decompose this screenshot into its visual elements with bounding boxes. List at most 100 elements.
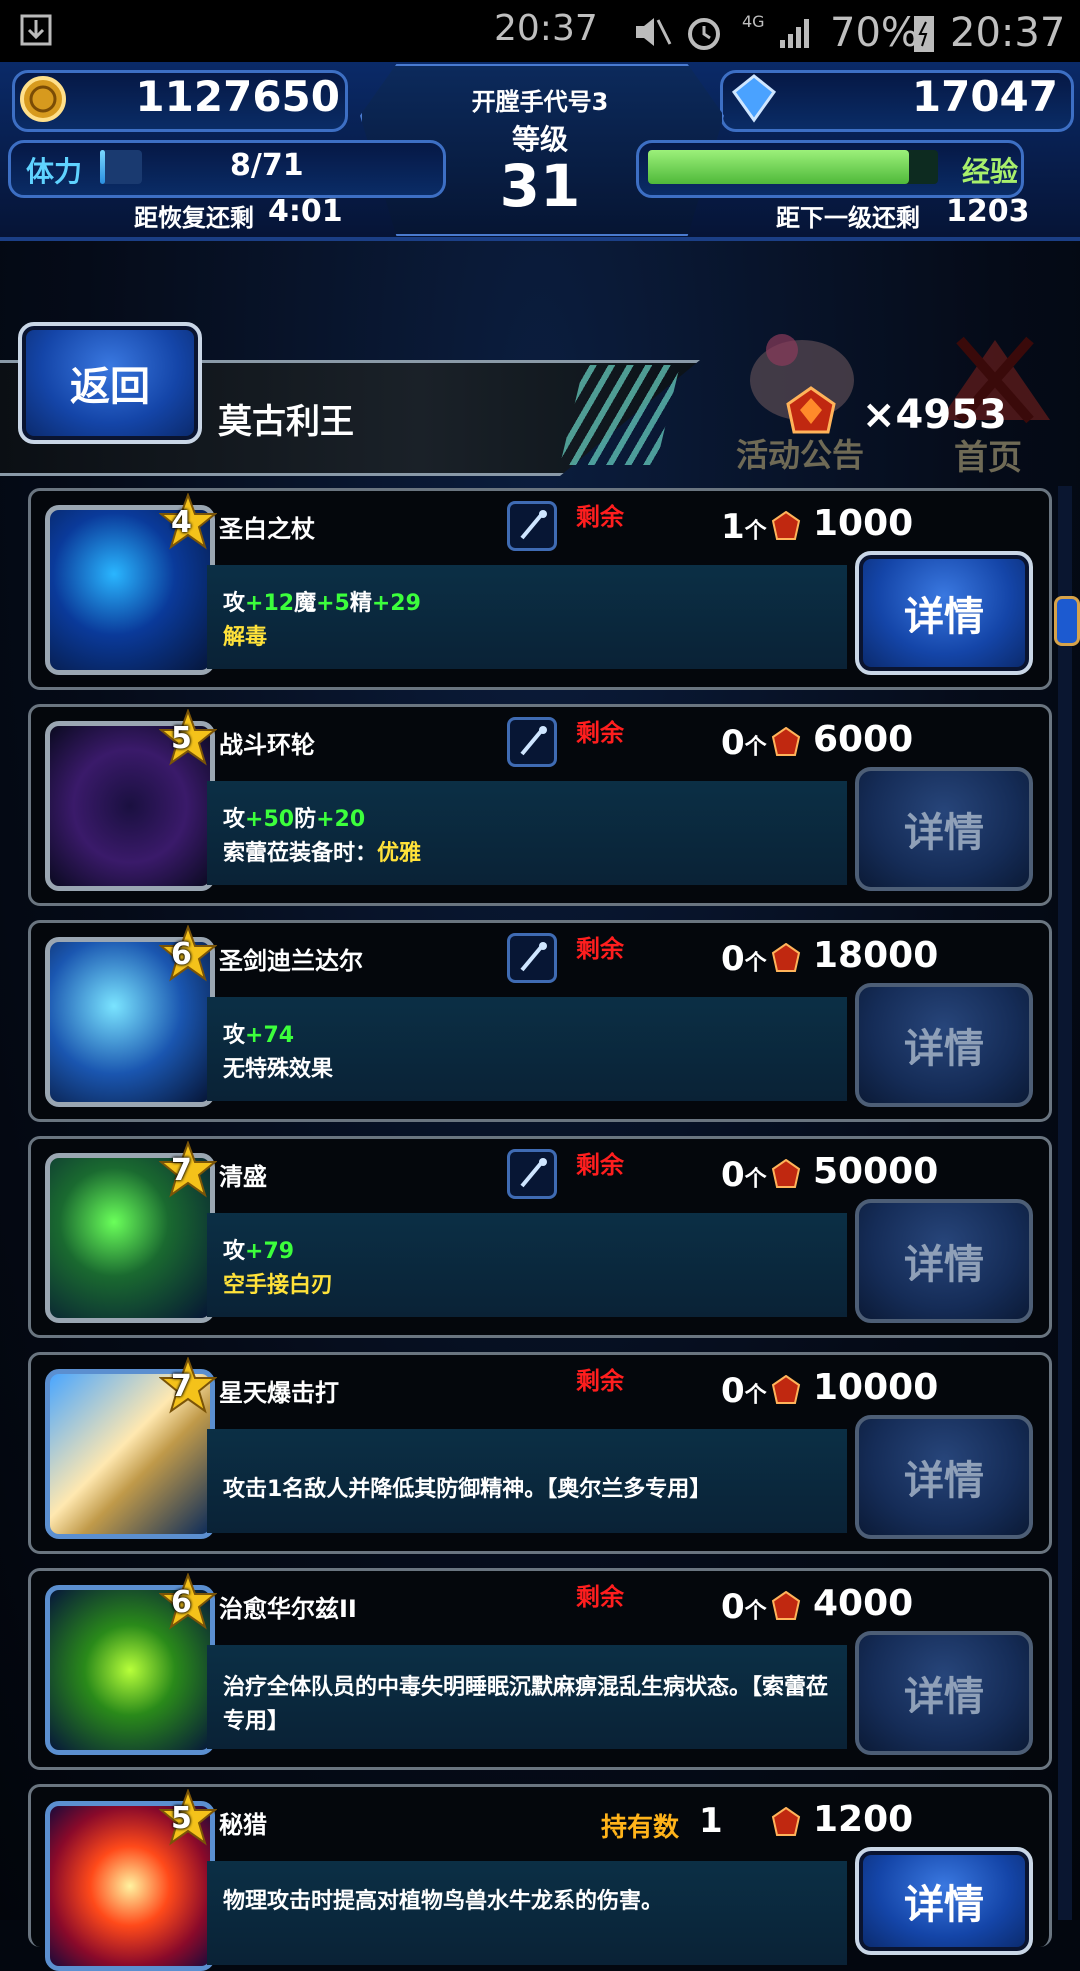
remaining-count: 0个 — [721, 1587, 767, 1627]
shop-item-row: 7 清盛 剩余 0个 50000 攻+79 空手接白刃 详情 — [28, 1136, 1052, 1338]
stamina-value: 8/71 — [230, 148, 304, 183]
detail-button-label: 详情 — [904, 1242, 984, 1288]
player-name: 开膛手代号3 — [471, 88, 609, 116]
rarity-value: 5 — [171, 1801, 192, 1836]
mute-icon — [636, 18, 672, 46]
remaining-unit: 个 — [744, 735, 767, 760]
shop-item-row: 6 圣剑迪兰达尔 剩余 0个 18000 攻+74 无特殊效果 详情 — [28, 920, 1052, 1122]
stat-value: +29 — [371, 591, 421, 616]
remaining-count: 1个 — [721, 507, 767, 547]
detail-button-label: 详情 — [904, 1458, 984, 1504]
status-bar: 20:37 4G 70% 20:37 — [0, 0, 1080, 62]
remaining-tag: 剩余 — [576, 1151, 624, 1179]
crystal-currency-icon — [786, 386, 836, 434]
detail-button-label: 详情 — [904, 1674, 984, 1720]
scrollbar-thumb[interactable] — [1054, 596, 1080, 646]
remaining-tag: 剩余 — [576, 503, 624, 531]
detail-button-label: 详情 — [904, 1882, 984, 1928]
rarity-value: 6 — [171, 1585, 192, 1620]
remaining-value: 0 — [721, 1587, 745, 1627]
detail-button[interactable]: 详情 — [855, 1199, 1033, 1323]
stat-value: +12 — [245, 591, 295, 616]
remaining-count: 0个 — [721, 723, 767, 763]
item-name: 星天爆击打 — [219, 1379, 339, 1407]
gil-amount: 1127650 — [135, 72, 340, 121]
item-stats: 攻+79 空手接白刃 — [223, 1235, 333, 1303]
remaining-unit: 个 — [744, 1599, 767, 1624]
shop-item-row: 4 圣白之杖 剩余 1个 1000 攻+12魔+5精+29 解毒 详情 — [28, 488, 1052, 690]
stat-value: +50 — [245, 807, 295, 832]
held-label: 持有数 — [601, 1813, 680, 1843]
item-stats: 攻+12魔+5精+29 解毒 — [223, 587, 421, 655]
recover-label: 距恢复还剩 — [134, 204, 254, 232]
detail-button-label: 详情 — [904, 810, 984, 856]
item-price: 1000 — [813, 503, 914, 544]
stat-label: 防 — [294, 807, 317, 832]
shop-item-row: 5 秘猎 持有数 1 1200 物理攻击时提高对植物鸟兽水牛龙系的伤害。 详情 — [28, 1784, 1052, 1971]
rarity-value: 4 — [171, 505, 192, 540]
item-effect: 无特殊效果 — [223, 1057, 334, 1082]
item-stats: 攻+50防+20 索蕾莅装备时：优雅 — [223, 803, 421, 871]
remaining-tag: 剩余 — [576, 1583, 624, 1611]
item-effect: 解毒 — [223, 625, 268, 650]
item-price: 1200 — [813, 1799, 914, 1840]
item-price: 10000 — [813, 1367, 939, 1408]
detail-button[interactable]: 详情 — [855, 551, 1033, 675]
rarity-value: 7 — [171, 1153, 192, 1188]
battery-percent: 70% — [830, 10, 919, 56]
remaining-tag: 剩余 — [576, 1367, 624, 1395]
stat-value: +20 — [316, 807, 366, 832]
crystal-price-icon — [771, 1807, 801, 1836]
stat-label: 魔 — [294, 591, 317, 616]
remaining-count: 0个 — [721, 939, 767, 979]
item-effect: 优雅 — [377, 841, 422, 866]
currency-count: ×4953 — [862, 392, 1007, 438]
detail-button[interactable]: 详情 — [855, 767, 1033, 891]
detail-button[interactable]: 详情 — [855, 1847, 1033, 1955]
scrollbar-track[interactable] — [1058, 486, 1072, 1920]
remaining-value: 1 — [721, 507, 745, 547]
status-time: 20:37 — [494, 8, 598, 49]
stat-value: +79 — [245, 1239, 295, 1264]
remaining-value: 0 — [721, 939, 745, 979]
gil-coin-icon — [20, 76, 66, 122]
item-name: 战斗环轮 — [219, 731, 315, 759]
detail-button[interactable]: 详情 — [855, 1631, 1033, 1755]
detail-button[interactable]: 详情 — [855, 983, 1033, 1107]
download-icon — [20, 14, 52, 46]
staff-icon — [507, 501, 557, 551]
detail-button[interactable]: 详情 — [855, 1415, 1033, 1539]
stamina-label: 体力 — [26, 155, 83, 188]
clock-overlay: 20:37 — [950, 10, 1066, 56]
item-effect: 空手接白刃 — [223, 1273, 334, 1298]
gem-amount: 17047 — [911, 72, 1058, 121]
shop-item-row: 5 战斗环轮 剩余 0个 6000 攻+50防+20 索蕾莅装备时：优雅 详情 — [28, 704, 1052, 906]
rarity-value: 7 — [171, 1369, 192, 1404]
crystal-price-icon — [771, 1159, 801, 1188]
alarm-icon — [688, 18, 720, 50]
remaining-value: 0 — [721, 1371, 745, 1411]
rarity-value: 5 — [171, 721, 192, 756]
stat-label: 攻 — [223, 591, 246, 616]
remaining-unit: 个 — [744, 519, 767, 544]
crystal-price-icon — [771, 511, 801, 540]
back-button[interactable]: 返回 — [18, 322, 202, 444]
crystal-price-icon — [771, 727, 801, 756]
effect-prefix: 索蕾莅装备时： — [223, 841, 378, 866]
item-description: 物理攻击时提高对植物鸟兽水牛龙系的伤害。 — [223, 1889, 664, 1914]
page-title: 莫古利王 — [218, 402, 354, 442]
next-level-label: 距下一级还剩 — [776, 204, 920, 232]
shop-item-row: 6 治愈华尔兹II 剩余 0个 4000 治疗全体队员的中毒失明睡眠沉默麻痹混乱生病状态。… — [28, 1568, 1052, 1770]
gem-icon — [731, 74, 777, 123]
item-name: 治愈华尔兹II — [219, 1595, 357, 1623]
shop-item-row: 7 星天爆击打 剩余 0个 10000 攻击1名敌人并降低其防御精神。【奥尔兰多专用】 详情 — [28, 1352, 1052, 1554]
stat-label: 精 — [349, 591, 372, 616]
stat-label: 攻 — [223, 1023, 246, 1048]
item-name: 秘猎 — [219, 1811, 267, 1839]
exp-bar-fill — [648, 150, 909, 184]
detail-button-label: 详情 — [904, 1026, 984, 1072]
remaining-unit: 个 — [744, 1167, 767, 1192]
battery-icon — [914, 16, 934, 52]
exp-label: 经验 — [962, 155, 1019, 188]
item-price: 50000 — [813, 1151, 939, 1192]
